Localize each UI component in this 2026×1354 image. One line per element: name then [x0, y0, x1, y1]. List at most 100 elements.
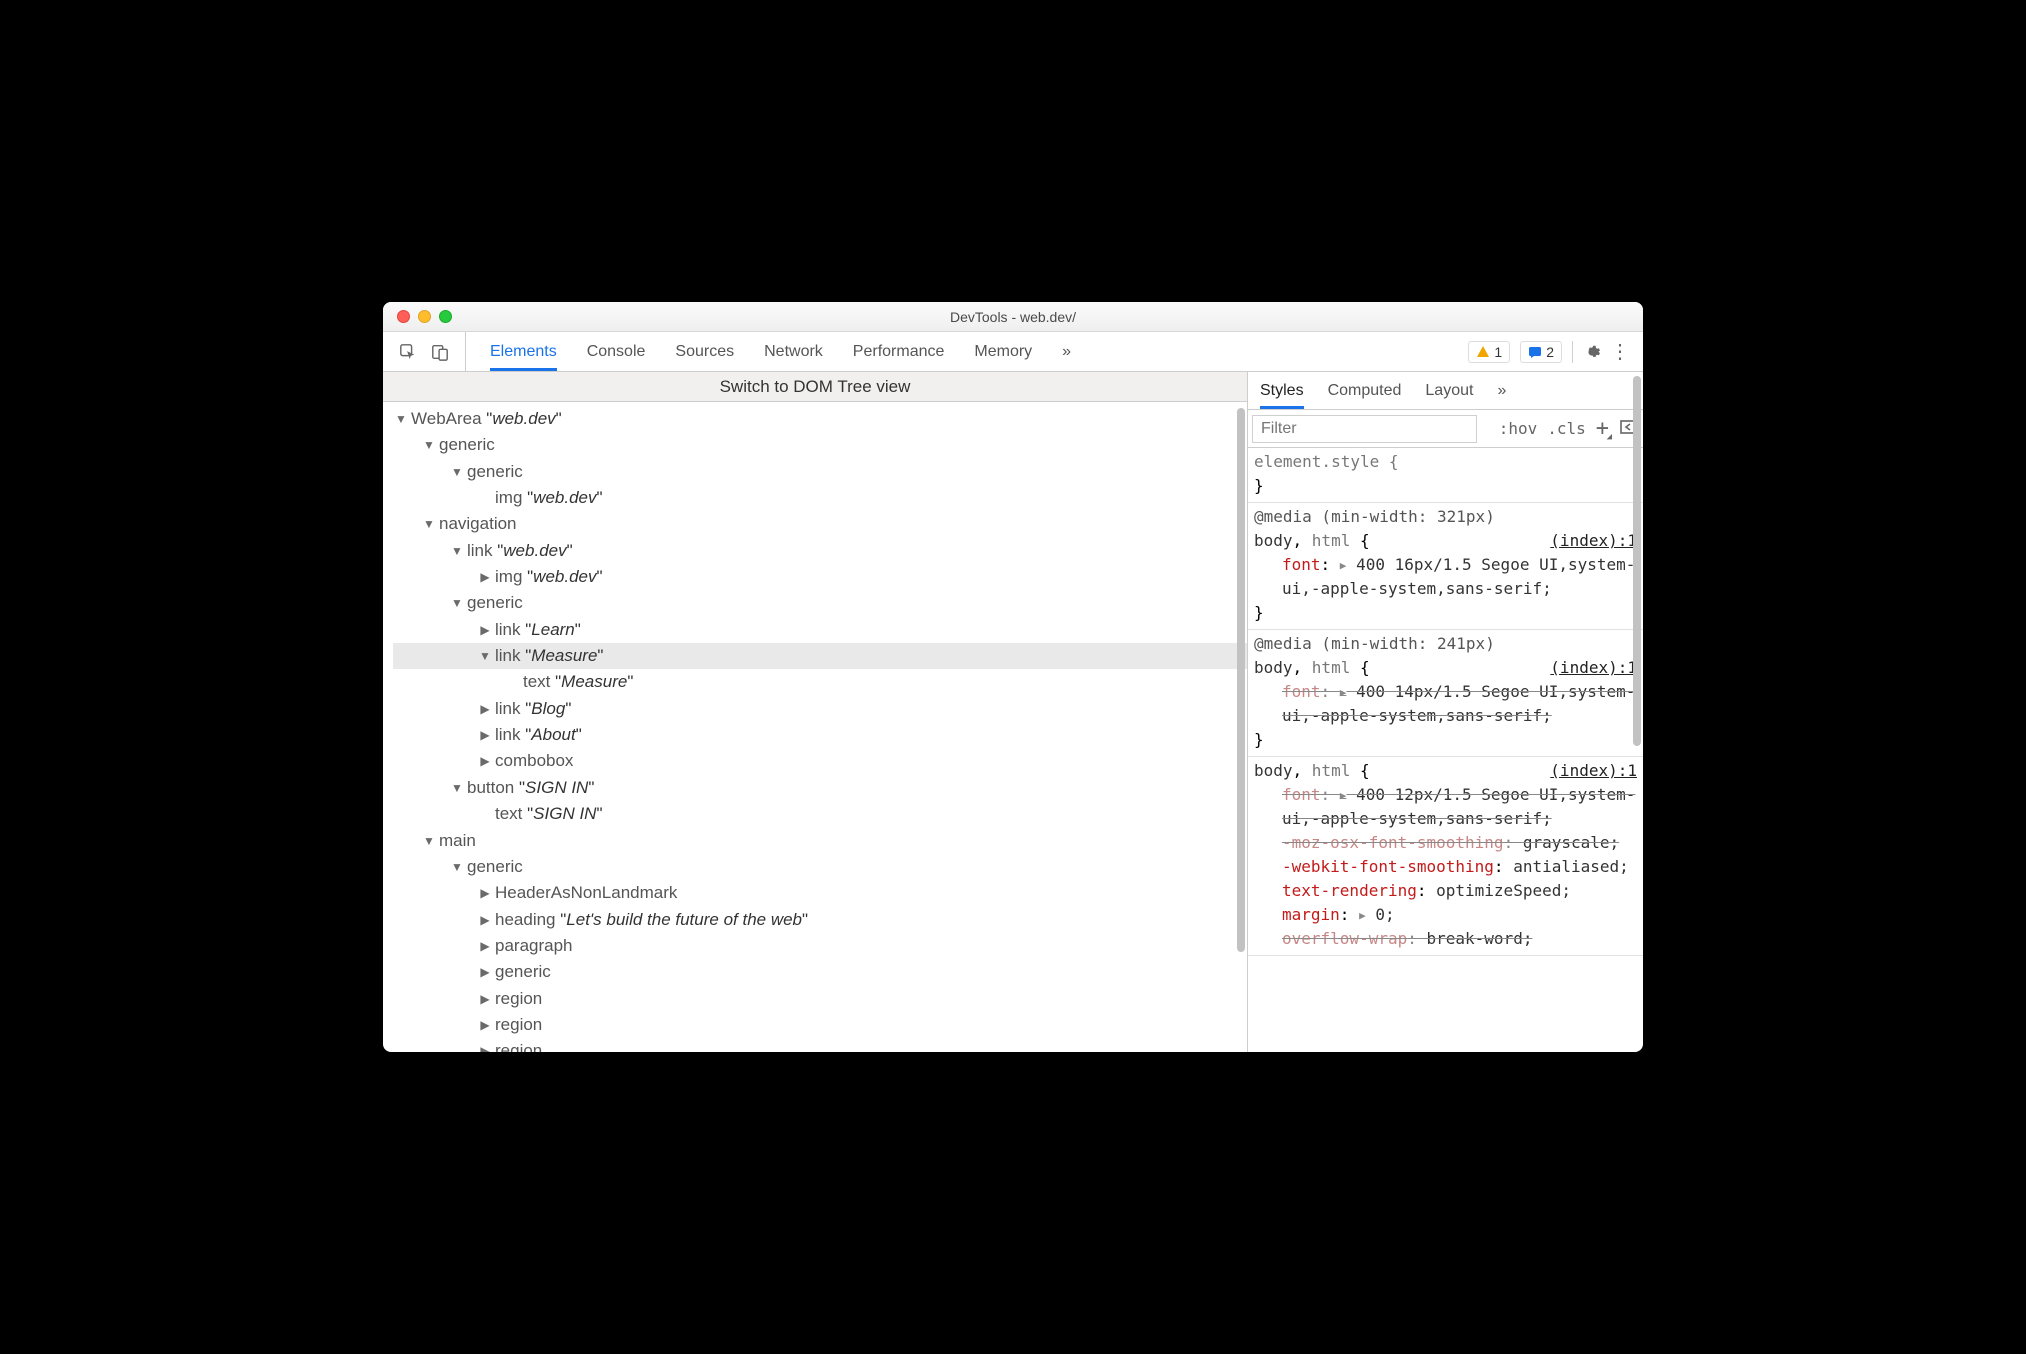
right-scrollbar[interactable]	[1633, 376, 1641, 1048]
tree-node-region[interactable]: ▶region	[393, 1012, 1247, 1038]
tree-node-link[interactable]: ▶link "Learn"	[393, 617, 1247, 643]
expand-arrow-icon[interactable]: ▼	[479, 647, 491, 666]
expand-arrow-icon[interactable]: ▶	[479, 568, 491, 587]
tab-sources[interactable]: Sources	[675, 332, 734, 371]
source-link[interactable]: (index):1	[1550, 529, 1637, 553]
tree-node-generic[interactable]: ▼generic	[393, 459, 1247, 485]
styles-sidebar: Styles Computed Layout » :hov .cls +◢ eleme…	[1248, 372, 1643, 1052]
tree-node-heading[interactable]: ▶heading "Let's build the future of the …	[393, 907, 1247, 933]
expand-arrow-icon[interactable]: ▼	[451, 542, 463, 561]
tree-node-HeaderAsNonLandmark[interactable]: ▶HeaderAsNonLandmark	[393, 880, 1247, 906]
warnings-badge[interactable]: 1	[1468, 341, 1510, 363]
tree-node-button[interactable]: ▼button "SIGN IN"	[393, 775, 1247, 801]
sidebar-tabs: Styles Computed Layout »	[1248, 372, 1643, 410]
expand-arrow-icon[interactable]: ▶	[479, 911, 491, 930]
expand-arrow-icon[interactable]: ▼	[423, 436, 435, 455]
expand-arrow-icon[interactable]: ▶	[479, 700, 491, 719]
tree-node-link[interactable]: ▶link "Blog"	[393, 696, 1247, 722]
left-scrollbar[interactable]	[1237, 408, 1245, 1048]
tab-console[interactable]: Console	[587, 332, 646, 371]
css-property[interactable]: text-rendering: optimizeSpeed;	[1254, 879, 1637, 903]
settings-gear-icon[interactable]	[1583, 343, 1601, 361]
styles-filter-input[interactable]	[1252, 415, 1477, 443]
cls-toggle[interactable]: .cls	[1547, 419, 1586, 438]
css-property[interactable]: font: ▶ 400 12px/1.5 Segoe UI,system-ui,…	[1254, 783, 1637, 831]
expand-arrow-icon[interactable]: ▶	[479, 937, 491, 956]
tree-node-main[interactable]: ▼main	[393, 828, 1247, 854]
css-rule[interactable]: body, html {(index):1font: ▶ 400 12px/1.…	[1248, 757, 1643, 956]
inspect-element-icon[interactable]	[399, 343, 417, 361]
tree-node-link[interactable]: ▼link "Measure"	[393, 643, 1247, 669]
sidebar-tabs-overflow-icon[interactable]: »	[1497, 372, 1506, 409]
css-rule[interactable]: @media (min-width: 321px)body, html {(in…	[1248, 503, 1643, 630]
expand-arrow-icon[interactable]: ▶	[479, 990, 491, 1009]
window-close-button[interactable]	[397, 310, 410, 323]
expand-arrow-icon[interactable]: ▼	[451, 779, 463, 798]
hov-toggle[interactable]: :hov	[1499, 419, 1538, 438]
node-name: Measure	[561, 672, 627, 691]
expand-arrow-icon[interactable]: ▶	[479, 726, 491, 745]
tree-node-combobox[interactable]: ▶combobox	[393, 748, 1247, 774]
sidebar-tab-styles[interactable]: Styles	[1260, 372, 1304, 409]
info-badge[interactable]: 2	[1520, 341, 1562, 363]
styles-filter-row: :hov .cls +◢	[1248, 410, 1643, 448]
source-link[interactable]: (index):1	[1550, 759, 1637, 783]
accessibility-tree[interactable]: ▼WebArea "web.dev"▼generic▼generic▼img "…	[383, 402, 1247, 1052]
tab-network[interactable]: Network	[764, 332, 823, 371]
tree-node-generic[interactable]: ▼generic	[393, 432, 1247, 458]
tab-performance[interactable]: Performance	[853, 332, 945, 371]
more-menu-icon[interactable]: ⋮	[1611, 343, 1629, 361]
new-style-rule-icon[interactable]: +◢	[1596, 416, 1609, 441]
expand-arrow-icon[interactable]: ▶	[479, 1016, 491, 1035]
traffic-lights	[383, 310, 452, 323]
tree-node-region[interactable]: ▶region	[393, 1038, 1247, 1052]
expand-arrow-icon[interactable]: ▼	[423, 515, 435, 534]
sidebar-tab-computed[interactable]: Computed	[1328, 372, 1402, 409]
expand-arrow-icon[interactable]: ▼	[395, 410, 407, 429]
tree-node-link[interactable]: ▼link "web.dev"	[393, 538, 1247, 564]
tab-elements[interactable]: Elements	[490, 332, 557, 371]
tab-memory[interactable]: Memory	[974, 332, 1032, 371]
dom-tree-toggle-banner[interactable]: Switch to DOM Tree view	[383, 372, 1247, 402]
tabs-overflow-icon[interactable]: »	[1062, 332, 1071, 371]
window-maximize-button[interactable]	[439, 310, 452, 323]
device-toolbar-icon[interactable]	[431, 343, 449, 361]
tree-node-img[interactable]: ▶img "web.dev"	[393, 564, 1247, 590]
tree-node-text[interactable]: ▼text "Measure"	[393, 669, 1247, 695]
expand-arrow-icon[interactable]: ▼	[423, 832, 435, 851]
tree-node-generic[interactable]: ▼generic	[393, 854, 1247, 880]
window-minimize-button[interactable]	[418, 310, 431, 323]
css-property[interactable]: font: ▶ 400 14px/1.5 Segoe UI,system-ui,…	[1254, 680, 1637, 728]
css-property[interactable]: font: ▶ 400 16px/1.5 Segoe UI,system-ui,…	[1254, 553, 1637, 601]
window-titlebar: DevTools - web.dev/	[383, 302, 1643, 332]
expand-arrow-icon[interactable]: ▶	[479, 752, 491, 771]
expand-arrow-icon[interactable]: ▶	[479, 621, 491, 640]
expand-arrow-icon[interactable]: ▼	[451, 594, 463, 613]
styles-rules-list[interactable]: element.style {}@media (min-width: 321px…	[1248, 448, 1643, 1052]
source-link[interactable]: (index):1	[1550, 656, 1637, 680]
tree-node-text[interactable]: ▼text "SIGN IN"	[393, 801, 1247, 827]
css-property[interactable]: margin: ▶ 0;	[1254, 903, 1637, 927]
expand-arrow-icon[interactable]: ▶	[479, 884, 491, 903]
window-title: DevTools - web.dev/	[383, 309, 1643, 325]
tree-node-link[interactable]: ▶link "About"	[393, 722, 1247, 748]
expand-arrow-icon[interactable]: ▶	[479, 1042, 491, 1052]
tree-node-generic[interactable]: ▼generic	[393, 590, 1247, 616]
css-property[interactable]: overflow-wrap: break-word;	[1254, 927, 1637, 951]
expand-arrow-icon[interactable]: ▶	[479, 963, 491, 982]
css-property[interactable]: -webkit-font-smoothing: antialiased;	[1254, 855, 1637, 879]
tree-node-generic[interactable]: ▶generic	[393, 959, 1247, 985]
tree-node-paragraph[interactable]: ▶paragraph	[393, 933, 1247, 959]
tree-node-navigation[interactable]: ▼navigation	[393, 511, 1247, 537]
devtools-window: DevTools - web.dev/ Elements Console Sourc…	[383, 302, 1643, 1052]
expand-arrow-icon[interactable]: ▼	[451, 858, 463, 877]
node-role: link	[467, 541, 493, 560]
tree-node-region[interactable]: ▶region	[393, 986, 1247, 1012]
sidebar-tab-layout[interactable]: Layout	[1425, 372, 1473, 409]
css-property[interactable]: -moz-osx-font-smoothing: grayscale;	[1254, 831, 1637, 855]
expand-arrow-icon[interactable]: ▼	[451, 463, 463, 482]
tree-node-img[interactable]: ▼img "web.dev"	[393, 485, 1247, 511]
css-rule[interactable]: @media (min-width: 241px)body, html {(in…	[1248, 630, 1643, 757]
tree-node-WebArea[interactable]: ▼WebArea "web.dev"	[393, 406, 1247, 432]
rule-element-style[interactable]: element.style {}	[1248, 448, 1643, 503]
